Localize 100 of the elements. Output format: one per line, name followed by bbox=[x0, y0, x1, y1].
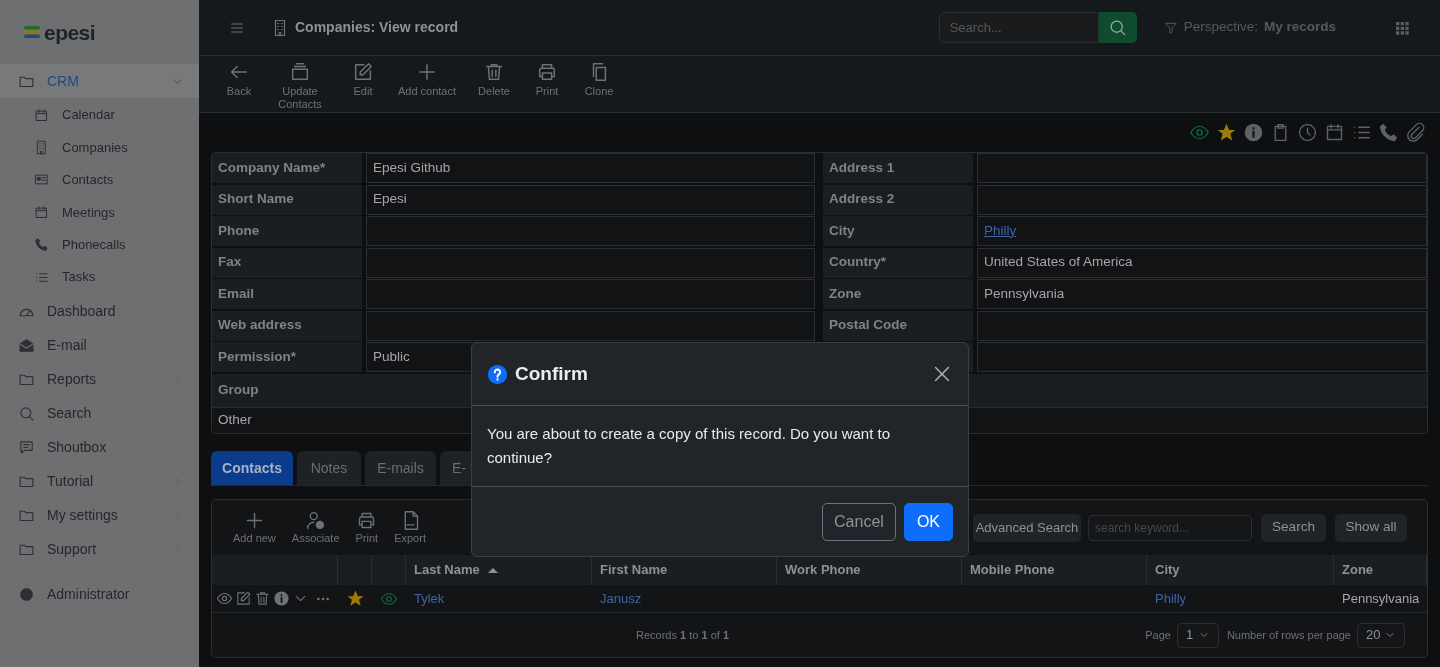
search-button[interactable] bbox=[1098, 12, 1137, 43]
field-label: City bbox=[823, 216, 973, 246]
dialog-button[interactable]: Cancel bbox=[822, 502, 896, 541]
logo-text: epesi bbox=[44, 21, 96, 43]
dialog-button[interactable]: OK bbox=[903, 502, 953, 541]
toolbar-button[interactable]: Add contact bbox=[393, 61, 461, 98]
sidebar-item[interactable]: My settings bbox=[0, 498, 199, 533]
submenu-item[interactable]: Meetings bbox=[0, 196, 199, 229]
sidebar-item-label: Administrator bbox=[47, 584, 131, 604]
submenu-label: Tasks bbox=[62, 268, 96, 287]
star-icon[interactable] bbox=[1216, 122, 1237, 143]
toolbar-button[interactable]: Delete bbox=[469, 61, 519, 98]
sidebar-item[interactable]: Tutorial bbox=[0, 464, 199, 499]
toolbar-button[interactable]: Export bbox=[391, 510, 429, 545]
column-header[interactable]: City bbox=[1147, 555, 1334, 585]
sidebar-item-label: Support bbox=[47, 539, 98, 559]
calendar-icon[interactable] bbox=[1324, 122, 1345, 143]
sidebar-item-label: Search bbox=[47, 403, 93, 423]
tab[interactable]: Contacts bbox=[211, 451, 293, 485]
submenu-item[interactable]: Phonecalls bbox=[0, 228, 199, 261]
toolbar-button[interactable]: Associate bbox=[288, 510, 343, 545]
tab[interactable]: Notes bbox=[297, 451, 361, 485]
page-select[interactable]: 1 bbox=[1176, 622, 1219, 648]
field-value: Pennsylvania bbox=[977, 279, 1427, 309]
toolbar-button[interactable]: Edit bbox=[341, 61, 385, 98]
paperclip-icon[interactable] bbox=[1405, 122, 1426, 143]
column-header[interactable]: Zone bbox=[1334, 555, 1427, 585]
advanced-search-button[interactable]: Advanced Search bbox=[973, 513, 1081, 542]
field-label: Country* bbox=[823, 247, 973, 278]
search-field[interactable]: Search... bbox=[938, 12, 1099, 43]
toolbar-button[interactable]: Print bbox=[527, 61, 567, 98]
submenu-item[interactable]: Calendar bbox=[0, 99, 199, 132]
table-link[interactable]: Philly bbox=[1155, 590, 1187, 606]
search-icon bbox=[18, 404, 35, 422]
page-label: Page bbox=[1145, 627, 1171, 643]
edit-icon bbox=[352, 61, 374, 83]
chat-icon bbox=[18, 438, 35, 456]
sidebar-item-label: E-mail bbox=[47, 335, 88, 355]
toolbar-button[interactable]: Clone bbox=[575, 61, 623, 98]
submenu-item[interactable]: Tasks bbox=[0, 260, 199, 294]
sidebar-item[interactable]: Support bbox=[0, 532, 199, 567]
field-label: Phone bbox=[212, 216, 362, 246]
records-count: Records 1 to 1 of 1 bbox=[636, 627, 729, 643]
phone-icon bbox=[34, 237, 49, 253]
apps-grid-icon[interactable] bbox=[1394, 19, 1410, 36]
search-icon bbox=[1108, 18, 1128, 37]
field-label: Postal Code bbox=[823, 310, 973, 341]
submenu-label: Meetings bbox=[62, 203, 115, 222]
star-icon[interactable] bbox=[345, 589, 365, 608]
plus-icon bbox=[416, 61, 438, 83]
sidebar-item[interactable]: Shoutbox bbox=[0, 430, 199, 465]
eye-icon[interactable] bbox=[216, 590, 233, 607]
sidebar-item-label: CRM bbox=[47, 71, 80, 91]
info-icon[interactable] bbox=[1243, 122, 1264, 143]
table-button[interactable]: Search bbox=[1261, 513, 1326, 542]
help-icon bbox=[487, 363, 508, 385]
submenu-label: Companies bbox=[62, 138, 128, 157]
envelope-icon bbox=[18, 336, 35, 354]
toolbar-button[interactable]: Back bbox=[219, 61, 259, 98]
calendar-icon bbox=[34, 107, 49, 123]
submenu-item[interactable]: Companies bbox=[0, 131, 199, 164]
sidebar-item[interactable]: CRM bbox=[0, 64, 199, 98]
sidebar-item-label: Shoutbox bbox=[47, 437, 108, 457]
table-link[interactable]: Tylek bbox=[414, 590, 445, 606]
sidebar-item[interactable]: Administrator bbox=[0, 577, 199, 612]
edit-icon[interactable] bbox=[235, 590, 252, 607]
city-link[interactable]: Philly bbox=[984, 220, 1017, 242]
perspective-link[interactable]: My records bbox=[1263, 17, 1336, 38]
toolbar-button[interactable]: Update Contacts bbox=[267, 61, 333, 111]
sidebar-item[interactable]: Dashboard bbox=[0, 294, 199, 329]
id-card-icon bbox=[34, 172, 49, 188]
user-plus-icon bbox=[305, 510, 327, 531]
table-button[interactable]: Show all bbox=[1335, 513, 1407, 542]
sidebar-item-label: Dashboard bbox=[47, 301, 117, 321]
submenu-item[interactable]: Contacts bbox=[0, 163, 199, 197]
printer-icon bbox=[536, 61, 558, 83]
rows-per-page-label: Number of rows per page bbox=[1226, 627, 1351, 643]
rows-per-page-select[interactable]: 20 bbox=[1357, 622, 1405, 648]
sidebar-item-label: My settings bbox=[47, 505, 119, 525]
trash-icon[interactable] bbox=[254, 590, 271, 607]
table-link[interactable]: Janusz bbox=[600, 590, 642, 606]
sidebar-item[interactable]: Search bbox=[0, 396, 199, 431]
field-label: Zone bbox=[823, 279, 973, 309]
building-icon bbox=[34, 140, 49, 156]
field-label: Short Name bbox=[212, 184, 362, 215]
toolbar-button[interactable]: Add new bbox=[230, 510, 279, 545]
field-label: Address 2 bbox=[823, 184, 973, 215]
sidebar-item-label: Reports bbox=[47, 369, 98, 389]
info-icon[interactable] bbox=[273, 590, 290, 607]
submenu-label: Calendar bbox=[62, 106, 115, 125]
field-value: Epesi bbox=[366, 184, 815, 215]
clock-icon[interactable] bbox=[1297, 122, 1318, 143]
tab[interactable]: E-mails bbox=[365, 451, 436, 485]
sidebar-item[interactable]: E-mail bbox=[0, 328, 199, 363]
sidebar-item[interactable]: Reports bbox=[0, 362, 199, 397]
sidebar-item-label: Tutorial bbox=[47, 471, 95, 491]
field-value: Epesi Github bbox=[366, 153, 815, 183]
toolbar-button[interactable]: Print bbox=[352, 510, 382, 545]
field-label: Address 1 bbox=[823, 153, 973, 183]
phone-icon[interactable] bbox=[1378, 122, 1399, 143]
